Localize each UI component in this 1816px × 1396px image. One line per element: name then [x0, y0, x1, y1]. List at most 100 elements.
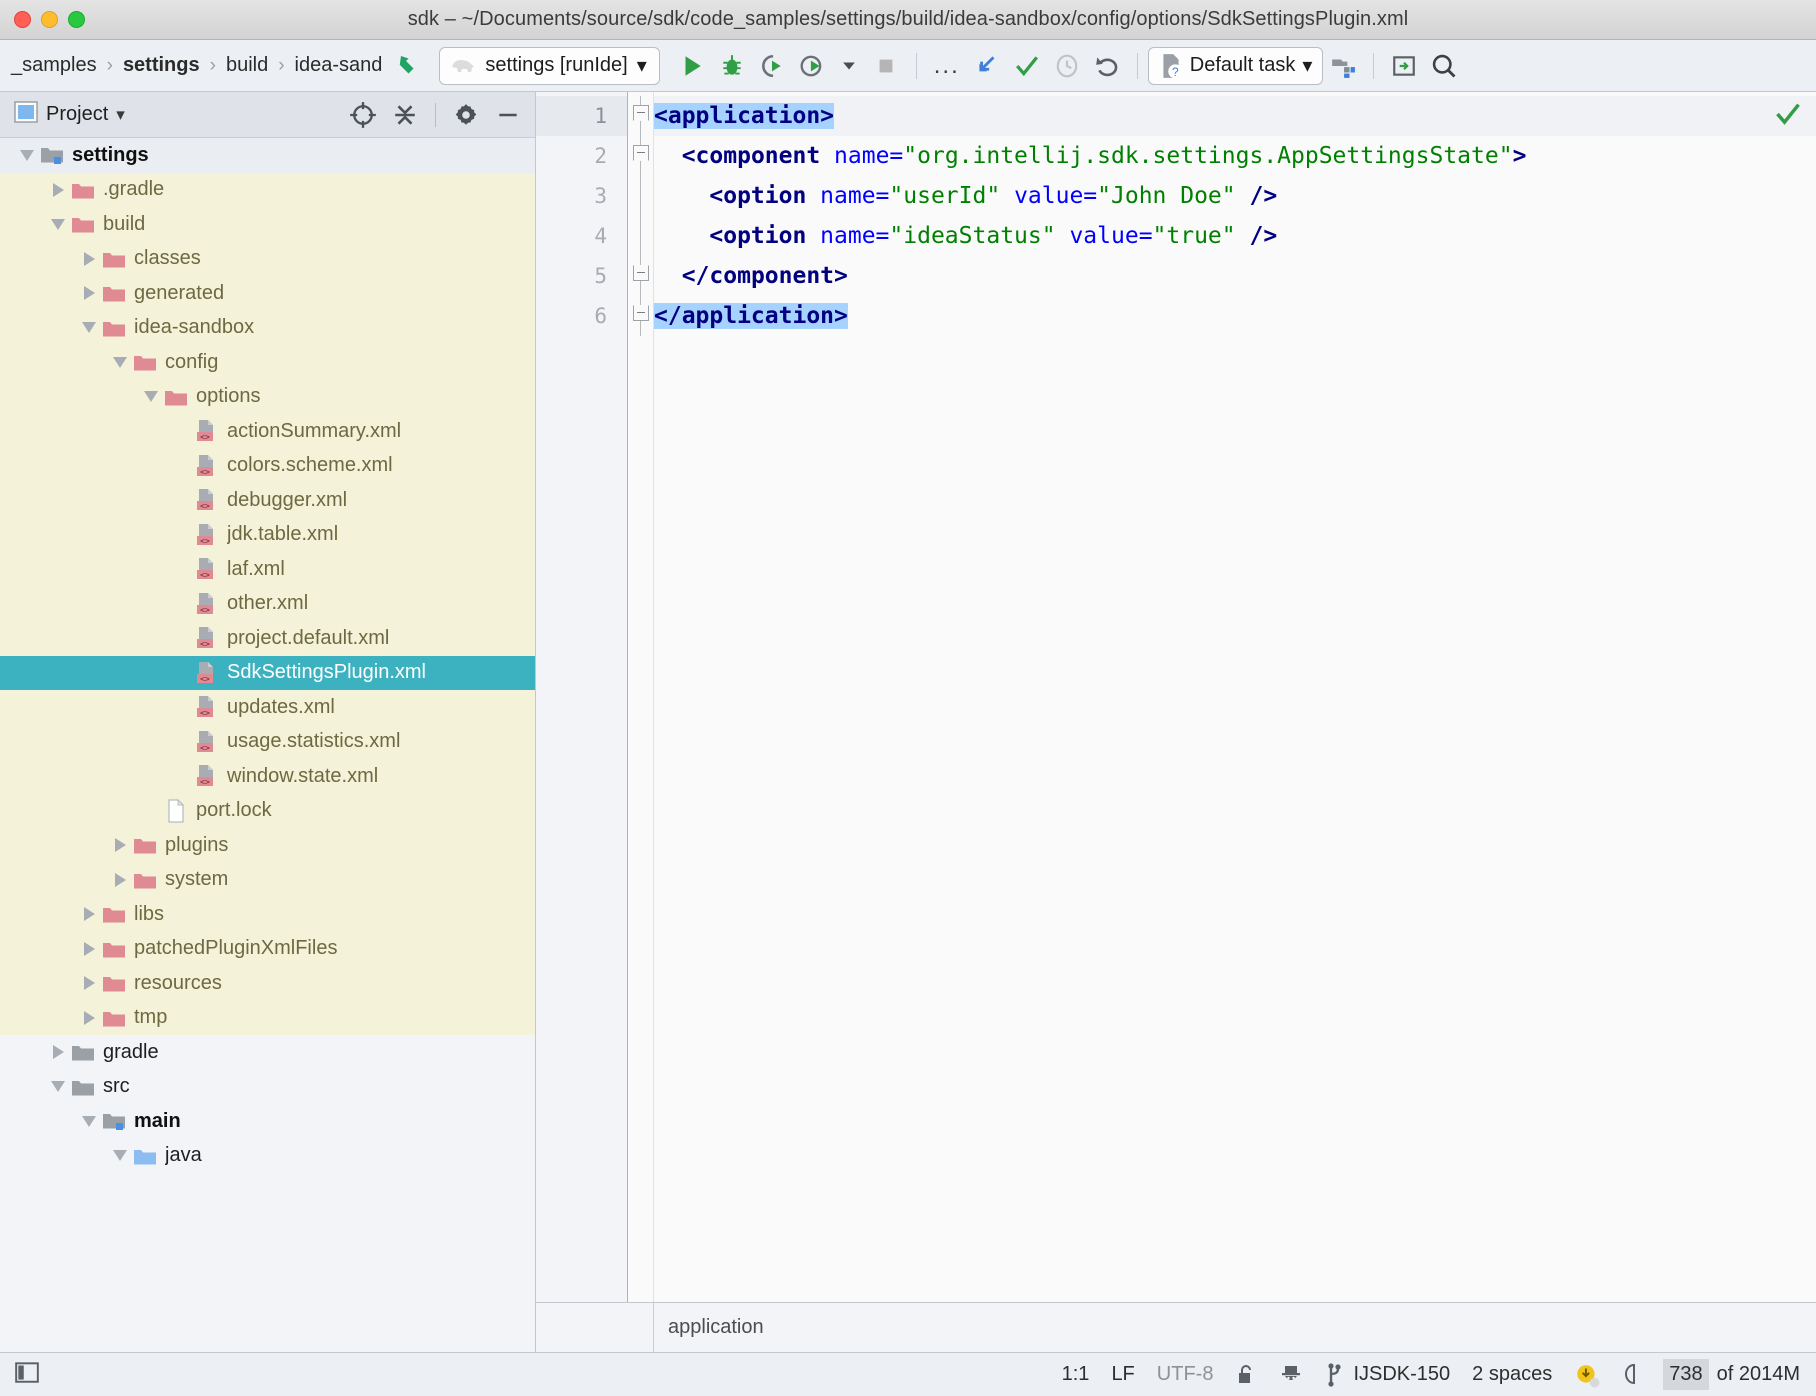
git-branch-icon[interactable]	[1314, 1362, 1349, 1388]
chevron-down-icon[interactable]	[109, 357, 131, 368]
code-line[interactable]: </component>	[654, 256, 1816, 296]
tree-item-main[interactable]: main	[0, 1104, 535, 1139]
tree-item-resources[interactable]: resources	[0, 966, 535, 1001]
run-with-coverage-button[interactable]	[752, 46, 792, 86]
line-number[interactable]: 4	[536, 216, 627, 256]
search-everywhere-icon[interactable]	[1424, 46, 1464, 86]
project-pane-title[interactable]: Project	[46, 103, 108, 126]
toggle-tool-window-bars-icon[interactable]	[14, 1359, 40, 1391]
chevron-down-icon[interactable]	[832, 46, 866, 86]
gear-icon[interactable]	[449, 98, 483, 132]
close-window-button[interactable]	[14, 11, 31, 28]
tree-item-gradle[interactable]: gradle	[0, 1035, 535, 1070]
tree-item-colors-scheme-xml[interactable]: <>colors.scheme.xml	[0, 449, 535, 484]
chevron-down-icon[interactable]	[16, 150, 38, 161]
tree-item-window-state-xml[interactable]: <>window.state.xml	[0, 759, 535, 794]
tree-item-plugins[interactable]: plugins	[0, 828, 535, 863]
scroll-from-source-icon[interactable]	[346, 98, 380, 132]
maximize-window-button[interactable]	[68, 11, 85, 28]
fold-toggle-icon[interactable]	[628, 136, 653, 176]
rollback-undo-icon[interactable]	[1087, 46, 1127, 86]
code-line[interactable]: <application>	[654, 96, 1816, 136]
tree-item-system[interactable]: system	[0, 863, 535, 898]
tree-item--gradle[interactable]: .gradle	[0, 173, 535, 208]
update-project-icon[interactable]	[967, 46, 1007, 86]
tree-item-actionsummary-xml[interactable]: <>actionSummary.xml	[0, 414, 535, 449]
inspection-status-icon[interactable]	[1774, 100, 1802, 133]
chevron-right-icon[interactable]	[78, 1011, 100, 1025]
run-configuration-selector[interactable]: settings [runIde] ▾	[439, 47, 659, 85]
breadcrumb-item-2[interactable]: build	[217, 54, 277, 77]
event-log-bell-icon[interactable]	[1563, 1362, 1611, 1388]
tree-item-laf-xml[interactable]: <>laf.xml	[0, 552, 535, 587]
code-line[interactable]: <component name="org.intellij.sdk.settin…	[654, 136, 1816, 176]
code-line[interactable]: <option name="ideaStatus" value="true" /…	[654, 216, 1816, 256]
chevron-down-icon[interactable]	[109, 1150, 131, 1161]
debug-button[interactable]	[712, 46, 752, 86]
incognito-hat-icon[interactable]	[1268, 1363, 1314, 1387]
code-content[interactable]: <application> <component name="org.intel…	[654, 92, 1816, 1302]
chevron-down-icon[interactable]: ▾	[116, 105, 125, 125]
tree-item-port-lock[interactable]: port.lock	[0, 794, 535, 829]
tree-item-sdksettingsplugin-xml[interactable]: <>SdkSettingsPlugin.xml	[0, 656, 535, 691]
tree-item-debugger-xml[interactable]: <>debugger.xml	[0, 483, 535, 518]
magnifier-icon[interactable]	[1611, 1362, 1657, 1388]
chevron-right-icon[interactable]	[109, 873, 131, 887]
chevron-right-icon[interactable]	[78, 976, 100, 990]
navigate-back-icon[interactable]	[391, 46, 431, 86]
hide-pane-icon[interactable]	[491, 98, 525, 132]
breadcrumb-item-1[interactable]: settings	[114, 54, 209, 77]
chevron-right-icon[interactable]	[78, 942, 100, 956]
tree-item-patchedpluginxmlfiles[interactable]: patchedPluginXmlFiles	[0, 932, 535, 967]
tree-item-other-xml[interactable]: <>other.xml	[0, 587, 535, 622]
line-number[interactable]: 2	[536, 136, 627, 176]
file-encoding[interactable]: UTF-8	[1146, 1363, 1225, 1386]
line-number[interactable]: 5	[536, 256, 627, 296]
chevron-down-icon[interactable]	[78, 1116, 100, 1127]
stop-button[interactable]	[866, 46, 906, 86]
tree-item-idea-sandbox[interactable]: idea-sandbox	[0, 311, 535, 346]
chevron-down-icon[interactable]	[78, 322, 100, 333]
chevron-right-icon[interactable]	[109, 838, 131, 852]
git-branch-name[interactable]: IJSDK-150	[1349, 1363, 1461, 1386]
project-structure-icon[interactable]	[1323, 46, 1363, 86]
line-number[interactable]: 1	[536, 96, 627, 136]
tree-item-config[interactable]: config	[0, 345, 535, 380]
chevron-right-icon[interactable]	[78, 907, 100, 921]
tree-item-jdk-table-xml[interactable]: <>jdk.table.xml	[0, 518, 535, 553]
tree-item-build[interactable]: build	[0, 207, 535, 242]
toggle-tool-window-icon[interactable]	[1384, 46, 1424, 86]
tree-item-src[interactable]: src	[0, 1070, 535, 1105]
tree-item-libs[interactable]: libs	[0, 897, 535, 932]
tree-item-project-default-xml[interactable]: <>project.default.xml	[0, 621, 535, 656]
project-tree[interactable]: settings.gradlebuildclassesgeneratedidea…	[0, 138, 535, 1352]
chevron-down-icon[interactable]	[47, 1081, 69, 1092]
profile-button[interactable]	[792, 46, 832, 86]
tree-item-usage-statistics-xml[interactable]: <>usage.statistics.xml	[0, 725, 535, 760]
unlocked-padlock-icon[interactable]	[1224, 1363, 1268, 1387]
chevron-down-icon[interactable]	[47, 219, 69, 230]
commit-icon[interactable]	[1007, 46, 1047, 86]
minimize-window-button[interactable]	[41, 11, 58, 28]
history-clock-icon[interactable]	[1047, 46, 1087, 86]
chevron-right-icon[interactable]	[78, 252, 100, 266]
indent-setting[interactable]: 2 spaces	[1461, 1363, 1563, 1386]
line-number[interactable]: 6	[536, 296, 627, 336]
caret-position[interactable]: 1:1	[1051, 1363, 1101, 1386]
run-button[interactable]	[672, 46, 712, 86]
tree-item-java[interactable]: java	[0, 1139, 535, 1174]
fold-toggle-icon[interactable]	[628, 296, 653, 336]
chevron-right-icon[interactable]	[47, 183, 69, 197]
chevron-right-icon[interactable]	[78, 286, 100, 300]
tree-item-settings[interactable]: settings	[0, 138, 535, 173]
tree-item-tmp[interactable]: tmp	[0, 1001, 535, 1036]
fold-toggle-icon[interactable]	[628, 96, 653, 136]
tree-item-updates-xml[interactable]: <>updates.xml	[0, 690, 535, 725]
tree-item-options[interactable]: options	[0, 380, 535, 415]
line-number[interactable]: 3	[536, 176, 627, 216]
line-separator[interactable]: LF	[1100, 1363, 1145, 1386]
code-line[interactable]: <option name="userId" value="John Doe" /…	[654, 176, 1816, 216]
more-button[interactable]: ...	[927, 46, 967, 86]
code-folding-gutter[interactable]	[628, 92, 654, 1302]
editor-viewport[interactable]: 123456 <application> <component name="or…	[536, 92, 1816, 1302]
